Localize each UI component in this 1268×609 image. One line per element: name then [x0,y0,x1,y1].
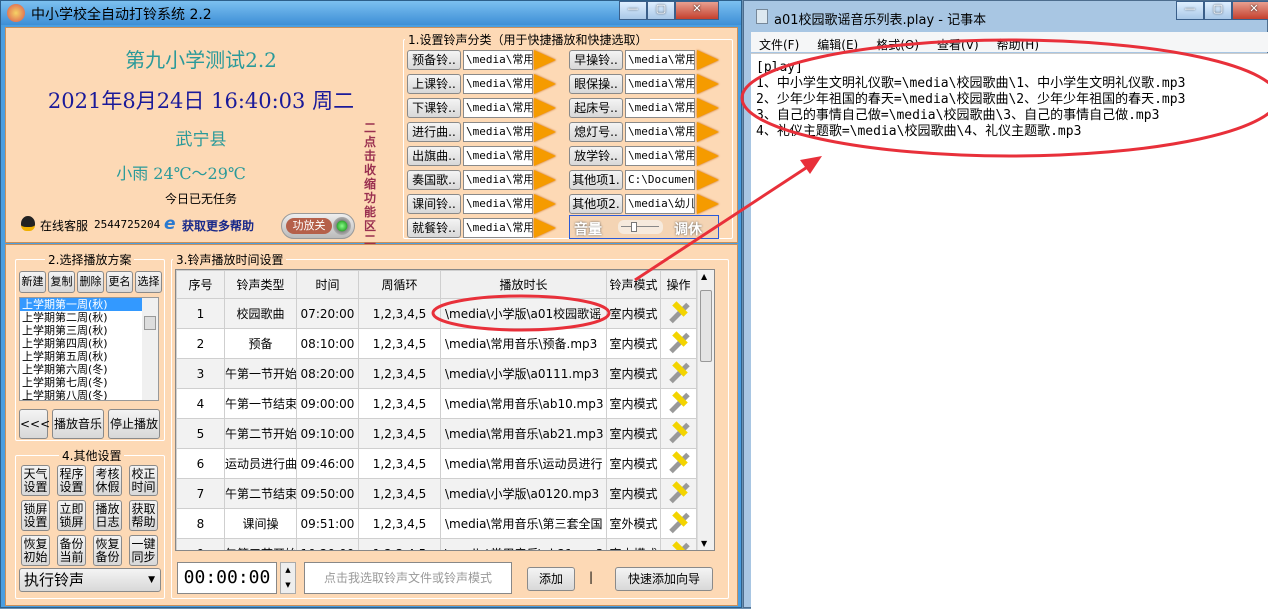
annotation-ellipse-notepad [740,38,1268,158]
annotation-overlay [431,38,1268,332]
annotation-ellipse-path [431,294,611,332]
annotation-arrow [634,162,813,282]
